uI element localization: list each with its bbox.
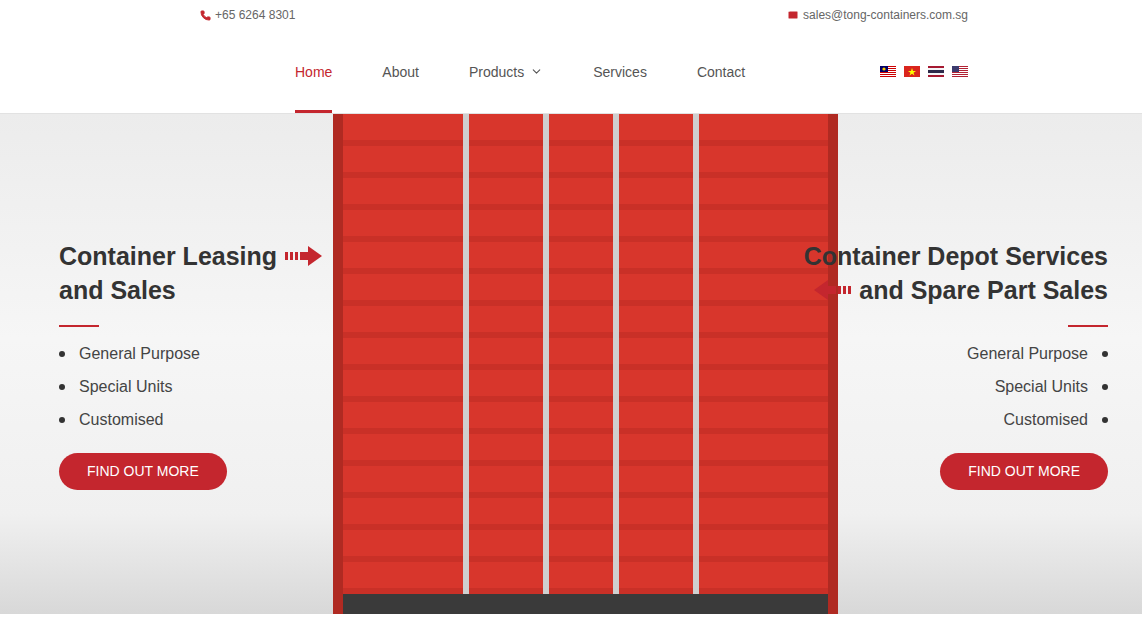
bullet-item: Special Units [59, 376, 200, 398]
find-out-more-button[interactable]: FIND OUT MORE [59, 453, 227, 490]
bullet-list: General Purpose Special Units Customised [59, 343, 200, 431]
bullet-item: General Purpose [59, 343, 200, 365]
language-flags [880, 30, 968, 113]
hero: Container Leasingand Sales General Purpos… [0, 114, 1142, 614]
hero-panel: Container Leasingand Sales General Purpos… [59, 239, 323, 490]
email[interactable]: sales@tong-containers.com.sg [787, 8, 968, 22]
bullet-dot-icon [1102, 351, 1108, 357]
bullet-item: Customised [59, 409, 200, 431]
mail-icon [787, 9, 799, 21]
container-picture [333, 114, 838, 614]
chevron-down-icon [530, 65, 543, 78]
bullet-item: General Purpose [967, 343, 1108, 365]
bullet-dot-icon [59, 351, 65, 357]
right-arrow-icon [285, 245, 323, 267]
heading-rule [59, 325, 99, 327]
nav-row: Home About Products Services Contact [200, 30, 968, 113]
nav-item[interactable]: Products [469, 30, 543, 113]
phone[interactable]: +65 6264 8301 [200, 8, 295, 22]
bullet-dot-icon [59, 384, 65, 390]
panel-heading: Container Leasingand Sales [59, 239, 323, 307]
top-bar: +65 6264 8301 sales@tong-containers.com.s… [200, 0, 968, 30]
bullet-dot-icon [1102, 417, 1108, 423]
heading-rule [1068, 325, 1108, 327]
site-header: +65 6264 8301 sales@tong-containers.com.s… [0, 0, 1142, 114]
nav-item[interactable]: About [382, 30, 419, 113]
nav-item[interactable]: Contact [697, 30, 745, 113]
nav-item[interactable]: Services [593, 30, 647, 113]
hero-panel: Container Depot Servicesand Spare Part S… [804, 239, 1108, 490]
find-out-more-button[interactable]: FIND OUT MORE [940, 453, 1108, 490]
vietnam-flag-icon[interactable] [904, 66, 920, 77]
panel-heading: Container Depot Servicesand Spare Part S… [804, 239, 1108, 307]
nav-item[interactable]: Home [295, 30, 332, 113]
thailand-flag-icon[interactable] [928, 66, 944, 77]
left-arrow-icon [813, 279, 851, 301]
malaysia-flag-icon[interactable] [880, 66, 896, 77]
bullet-item: Special Units [967, 376, 1108, 398]
usa-flag-icon[interactable] [952, 66, 968, 77]
phone-icon [200, 10, 211, 21]
bullet-item: Customised [967, 409, 1108, 431]
bullet-list: General Purpose Special Units Customised [967, 343, 1108, 431]
main-nav: Home About Products Services Contact [295, 30, 745, 113]
bullet-dot-icon [1102, 384, 1108, 390]
bullet-dot-icon [59, 417, 65, 423]
